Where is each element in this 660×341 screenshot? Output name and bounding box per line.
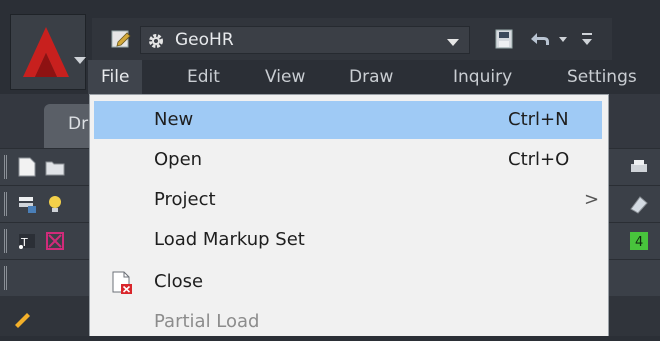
application-menu-button[interactable] xyxy=(10,14,86,90)
menu-settings[interactable]: Settings xyxy=(554,60,650,94)
file-menu-dropdown: New Ctrl+N Open Ctrl+O Project > Load Ma… xyxy=(89,94,609,336)
menu-item-label: Close xyxy=(154,271,204,292)
menu-item-open[interactable]: Open Ctrl+O xyxy=(94,141,602,179)
lightbulb-icon[interactable] xyxy=(44,193,66,215)
workspace-name: GeoHR xyxy=(175,30,234,50)
toolbar-grip[interactable] xyxy=(4,266,7,290)
workspace-combo[interactable]: GeoHR xyxy=(140,26,470,54)
menu-draw[interactable]: Draw xyxy=(336,60,406,94)
close-drawing-icon xyxy=(112,271,132,294)
menu-inquiry[interactable]: Inquiry xyxy=(440,60,525,94)
menu-item-new[interactable]: New Ctrl+N xyxy=(94,101,602,139)
text-style-icon[interactable]: T xyxy=(16,230,38,252)
print-icon[interactable] xyxy=(628,156,650,178)
menu-item-label: Partial Load xyxy=(154,311,260,332)
document-edit-icon[interactable] xyxy=(110,28,132,50)
svg-text:4: 4 xyxy=(635,235,643,250)
open-file-icon[interactable] xyxy=(44,156,66,178)
menu-view[interactable]: View xyxy=(252,60,318,94)
toolbar-grip[interactable] xyxy=(4,155,7,179)
layer-state-icon[interactable] xyxy=(628,193,650,215)
chevron-down-icon xyxy=(447,39,459,46)
pencil-icon[interactable] xyxy=(12,306,34,328)
drawing-tab-label: Dr xyxy=(68,114,89,134)
chevron-down-icon xyxy=(74,57,86,64)
toolbar-grip[interactable] xyxy=(4,192,7,216)
menu-item-partial-load: Partial Load xyxy=(94,303,602,341)
chevron-down-icon[interactable] xyxy=(559,37,567,42)
quick-access-toolbar: GeoHR xyxy=(92,18,612,60)
menu-item-label: Open xyxy=(154,149,203,170)
menu-item-label: Load Markup Set xyxy=(154,229,305,250)
menu-edit[interactable]: Edit xyxy=(174,60,233,94)
menu-item-load-markup-set[interactable]: Load Markup Set xyxy=(94,221,602,259)
autocad-a-icon xyxy=(23,27,69,77)
toolbar-grip[interactable] xyxy=(4,229,7,253)
menu-item-project[interactable]: Project > xyxy=(94,181,602,219)
menu-item-shortcut: Ctrl+N xyxy=(508,109,569,130)
chevron-right-icon: > xyxy=(584,189,600,210)
new-file-icon[interactable] xyxy=(16,156,38,178)
customize-icon[interactable] xyxy=(580,30,594,48)
menu-item-shortcut: Ctrl+O xyxy=(508,149,570,170)
menu-item-label: New xyxy=(154,109,194,130)
lineweight-icon[interactable]: 4 xyxy=(628,230,650,252)
layer-properties-icon[interactable] xyxy=(16,193,38,215)
save-icon[interactable] xyxy=(494,28,514,50)
menu-item-close[interactable]: Close xyxy=(94,263,602,301)
menu-item-label: Project xyxy=(154,189,216,210)
menu-file[interactable]: File xyxy=(88,60,143,94)
menu-bar: File Edit View Draw Inquiry Settings xyxy=(88,60,660,94)
gear-icon xyxy=(149,34,163,48)
undo-icon[interactable] xyxy=(528,30,552,48)
cross-select-icon[interactable] xyxy=(44,230,66,252)
